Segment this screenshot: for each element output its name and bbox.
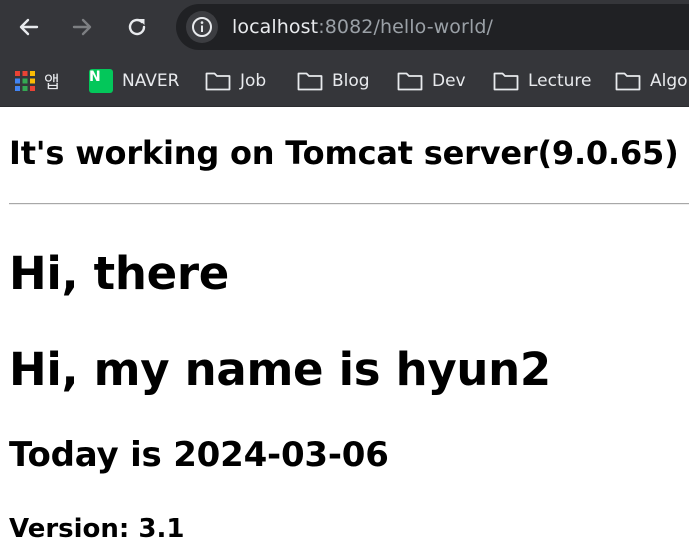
browser-toolbar: localhost:8082/hello-world/ xyxy=(0,0,689,54)
back-button[interactable] xyxy=(12,10,46,44)
page-content: It's working on Tomcat server(9.0.65) Hi… xyxy=(0,107,689,554)
folder-icon xyxy=(205,72,231,90)
bookmark-apps-label: 앱 xyxy=(44,73,60,93)
bookmark-label: Algo xyxy=(650,70,688,91)
folder-icon xyxy=(297,72,323,90)
version-heading: Version: 3.1 xyxy=(9,514,185,544)
reload-icon xyxy=(128,18,146,36)
site-info-button[interactable] xyxy=(186,11,218,43)
bookmark-folder-dev[interactable]: Dev xyxy=(397,54,466,107)
naver-logo-icon: N xyxy=(89,68,113,93)
address-bar[interactable]: localhost:8082/hello-world/ xyxy=(176,4,689,50)
bookmark-label: Job xyxy=(240,70,267,91)
apps-grid-icon xyxy=(15,70,35,91)
greeting-heading: Hi, there xyxy=(9,247,229,300)
url-text[interactable]: localhost:8082/hello-world/ xyxy=(232,4,493,50)
arrow-left-icon xyxy=(19,18,39,36)
bookmark-folder-lecture[interactable]: Lecture xyxy=(493,54,592,107)
bookmark-apps[interactable]: 앱 xyxy=(15,54,60,107)
folder-icon xyxy=(615,72,641,90)
bookmark-folder-algo[interactable]: Algo xyxy=(615,54,688,107)
bookmark-label: Dev xyxy=(432,70,466,91)
url-host: localhost xyxy=(232,16,319,38)
bookmark-naver[interactable]: N NAVER xyxy=(89,54,179,107)
bookmark-folder-job[interactable]: Job xyxy=(205,54,266,107)
horizontal-divider xyxy=(9,203,689,205)
folder-icon xyxy=(493,72,519,90)
bookmark-label: NAVER xyxy=(122,70,180,91)
arrow-right-icon xyxy=(72,18,92,36)
bookmark-folder-blog[interactable]: Blog xyxy=(297,54,370,107)
folder-icon xyxy=(397,72,423,90)
date-heading: Today is 2024-03-06 xyxy=(9,435,389,475)
server-heading: It's working on Tomcat server(9.0.65) xyxy=(9,134,679,172)
reload-button[interactable] xyxy=(120,10,154,44)
name-heading: Hi, my name is hyun2 xyxy=(9,343,551,396)
bookmark-label: Blog xyxy=(332,70,370,91)
url-path: :8082/hello-world/ xyxy=(318,16,493,38)
forward-button[interactable] xyxy=(65,10,99,44)
info-icon xyxy=(192,17,212,37)
bookmarks-bar: 앱 N NAVER Job Blog Dev Lecture Algo xyxy=(0,54,689,107)
bookmark-label: Lecture xyxy=(528,70,592,91)
